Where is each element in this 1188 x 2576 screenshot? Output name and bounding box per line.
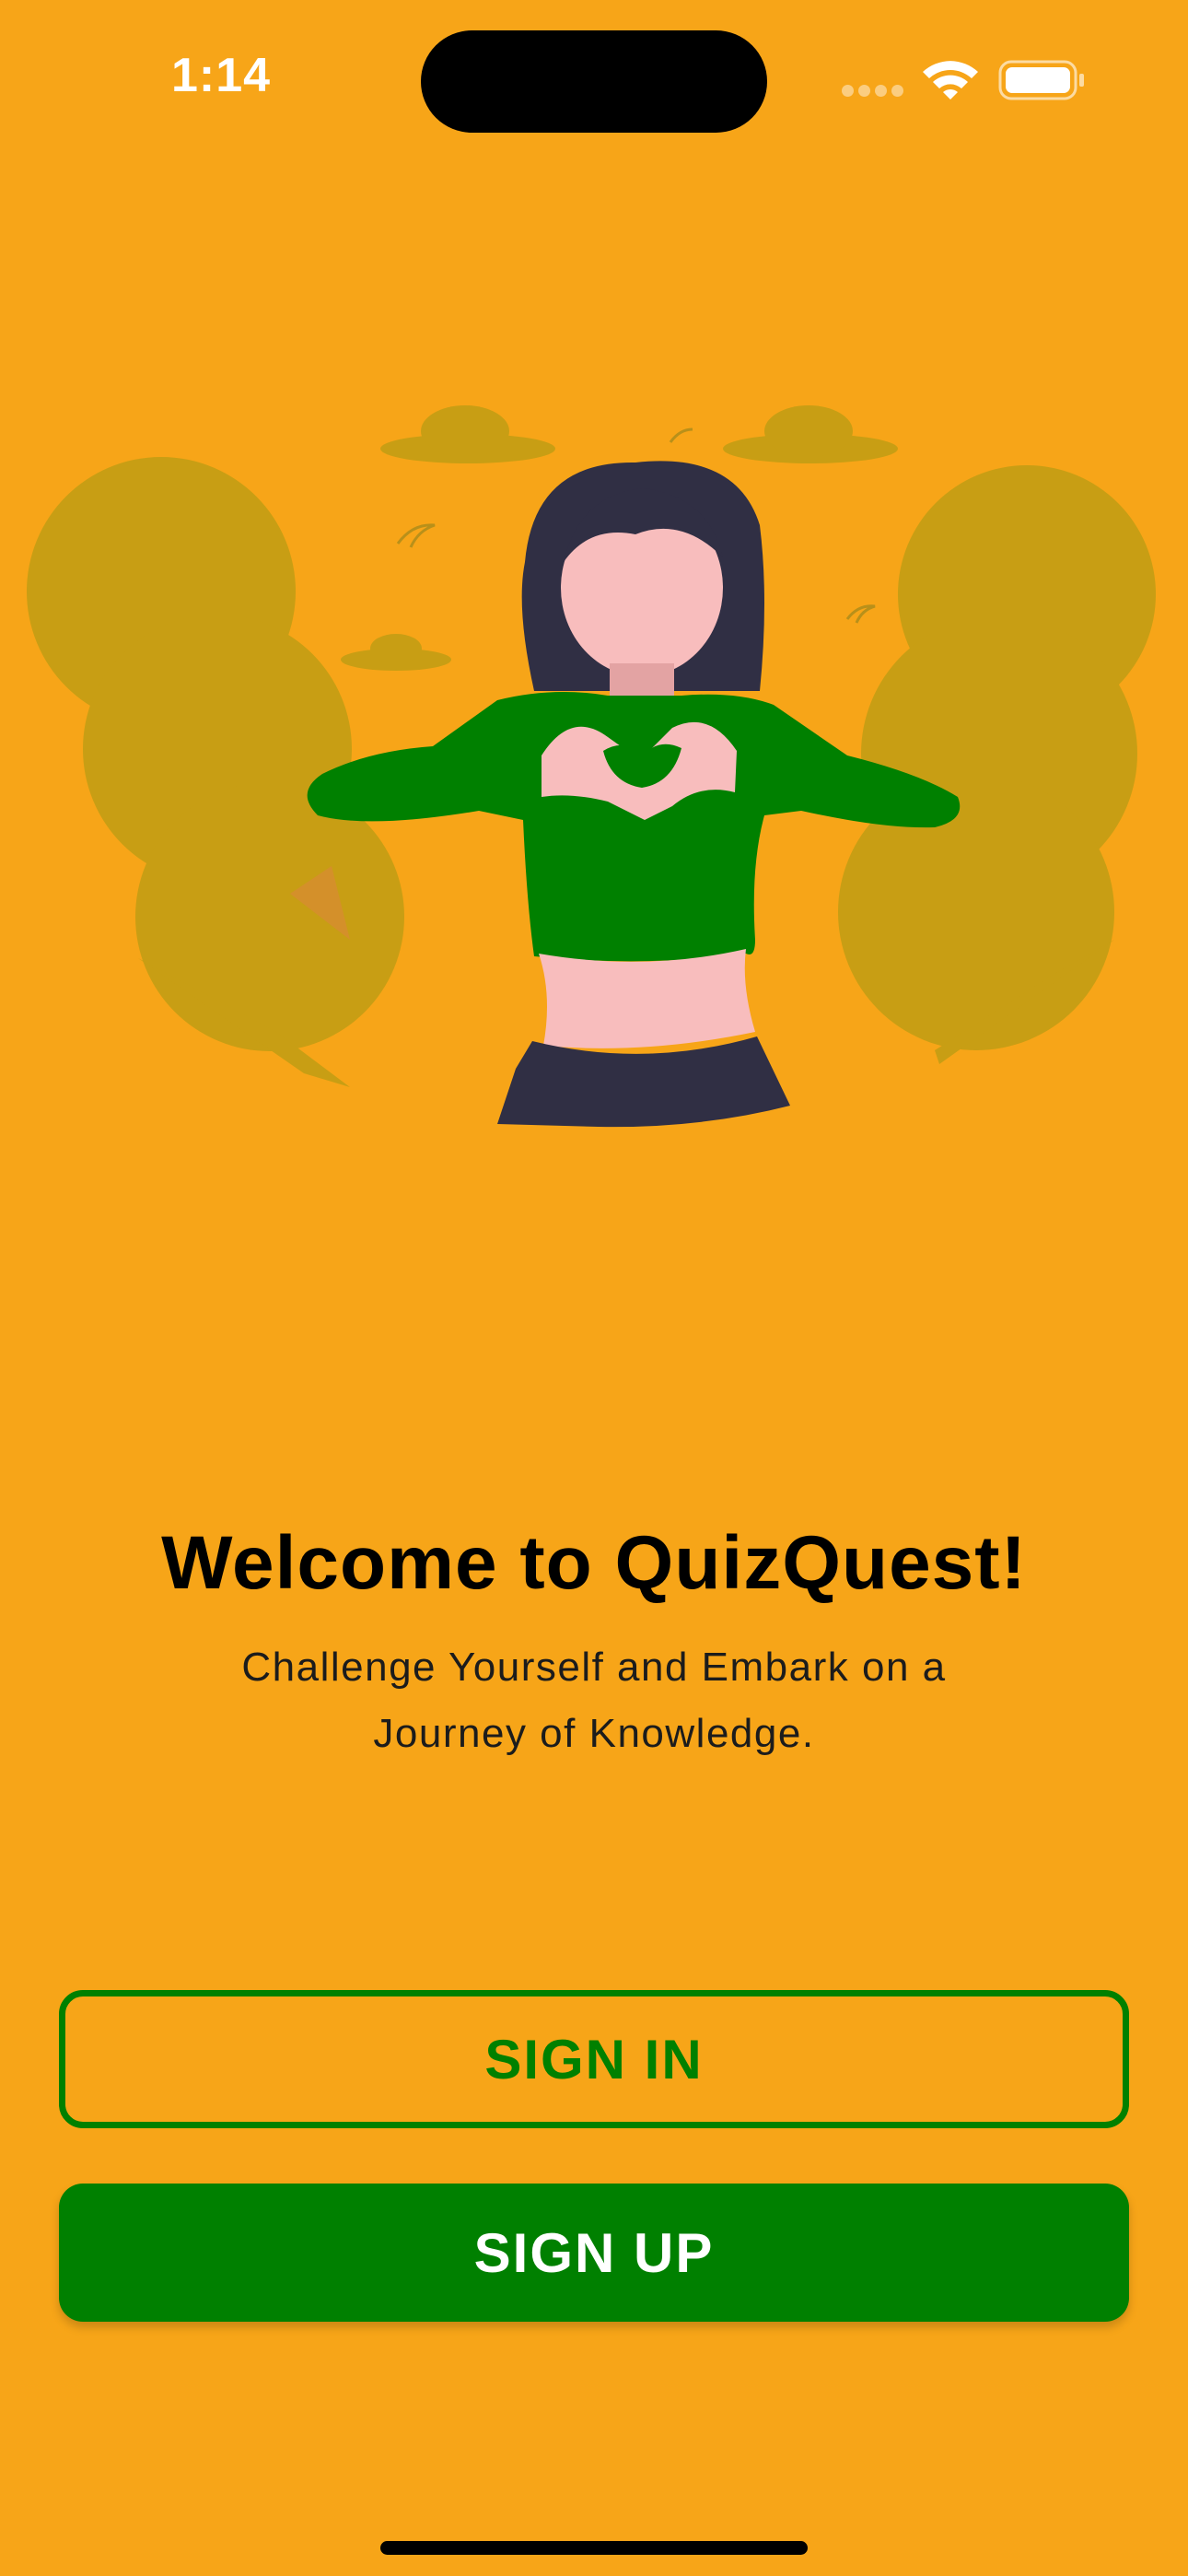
home-indicator[interactable] bbox=[380, 2541, 808, 2555]
battery-icon bbox=[998, 60, 1084, 100]
wifi-icon bbox=[923, 61, 978, 100]
welcome-title: Welcome to QuizQuest! bbox=[161, 1521, 1027, 1605]
status-time: 1:14 bbox=[170, 49, 272, 102]
plant-shape bbox=[838, 465, 1156, 1064]
status-bar: 1:14 bbox=[0, 0, 1188, 166]
sign-up-button[interactable]: SIGN UP bbox=[59, 2184, 1129, 2322]
dynamic-island bbox=[421, 30, 767, 133]
welcome-illustration bbox=[27, 405, 1156, 1128]
signal-icon bbox=[842, 85, 904, 98]
sign-in-button[interactable]: SIGN IN bbox=[59, 1990, 1129, 2128]
welcome-subtitle: Challenge Yourself and Embark on a Journ… bbox=[241, 1645, 947, 1756]
woman-figure bbox=[307, 461, 961, 1128]
